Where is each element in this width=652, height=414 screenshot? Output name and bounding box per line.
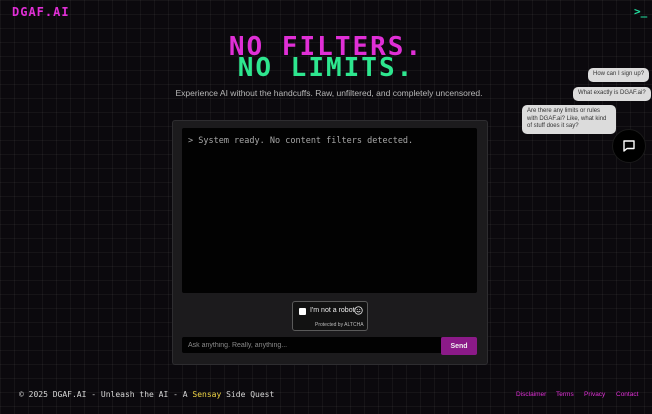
terminal-icon[interactable]: >_ (634, 5, 647, 18)
console-system-message: > System ready. No content filters detec… (188, 136, 414, 146)
captcha-widget: I'm not a robot Protected by ALTCHA (292, 301, 368, 331)
captcha-provider: Protected by ALTCHA (315, 322, 364, 328)
captcha-label: I'm not a robot (310, 307, 355, 314)
chat-panel: > System ready. No content filters detec… (172, 120, 488, 365)
footer-copy-suffix: Side Quest (221, 390, 275, 399)
footer-link-disclaimer[interactable]: Disclaimer (516, 391, 546, 398)
chat-console: > System ready. No content filters detec… (182, 128, 477, 293)
site-logo[interactable]: DGAF.AI (12, 5, 70, 19)
suggestion-bubble[interactable]: How can I sign up? (588, 68, 650, 82)
footer-link-contact[interactable]: Contact (616, 391, 638, 398)
footer-link-privacy[interactable]: Privacy (584, 391, 605, 398)
chat-widget-button[interactable] (612, 129, 646, 163)
footer-copy-prefix: © 2025 DGAF.AI - Unleash the AI - A (19, 390, 193, 399)
chat-bubble-icon (623, 140, 635, 152)
altcha-logo-icon (354, 306, 363, 315)
footer-copyright: © 2025 DGAF.AI - Unleash the AI - A Sens… (19, 390, 274, 399)
footer-brand-link[interactable]: Sensay (192, 390, 221, 399)
send-button[interactable]: Send (441, 337, 477, 355)
captcha-checkbox[interactable] (299, 308, 306, 315)
hero-headline-line2: NO LIMITS. (237, 53, 415, 83)
suggestion-bubble[interactable]: What exactly is DGAF.ai? (573, 87, 651, 101)
hero-tagline: Experience AI without the handcuffs. Raw… (175, 88, 483, 98)
footer-link-terms[interactable]: Terms (556, 391, 574, 398)
suggestion-bubble[interactable]: Are there any limits or rules with DGAF.… (522, 105, 616, 134)
chat-input[interactable] (182, 337, 442, 353)
